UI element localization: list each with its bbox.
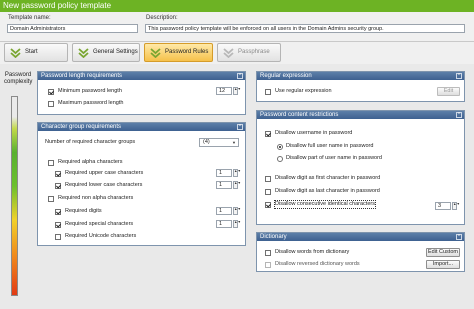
wizard-tabs: Start General Settings Password Rules Pa… <box>0 42 474 64</box>
dictionary-panel: Dictionary ^ Disallow words from diction… <box>256 232 465 272</box>
digits-label: Required digits <box>65 208 102 214</box>
digits-input[interactable]: 1 <box>216 207 232 215</box>
template-fields: Template name: Domain Administrators Des… <box>0 12 474 42</box>
digits-checkbox[interactable] <box>55 209 61 215</box>
chevron-check-icon <box>10 48 21 58</box>
upper-input[interactable]: 1 <box>216 169 232 177</box>
min-length-input[interactable]: 12 <box>216 87 232 95</box>
use-regex-label: Use regular expression <box>275 88 332 94</box>
num-groups-select[interactable]: (4) ▼ <box>199 138 239 147</box>
use-regex-checkbox[interactable] <box>265 89 271 95</box>
edit-custom-button[interactable]: Edit Custom <box>426 248 460 257</box>
digits-spinner[interactable]: ▲▼ <box>233 207 241 215</box>
tab-start[interactable]: Start <box>4 43 68 62</box>
tab-passphrase[interactable]: Passphrase <box>217 43 281 62</box>
regex-edit-button[interactable]: Edit <box>437 87 460 96</box>
disallow-reversed-label: Disallow reversed dictionary words <box>275 261 360 267</box>
upper-spinner[interactable]: ▲▼ <box>233 169 241 177</box>
unicode-checkbox[interactable] <box>55 234 61 240</box>
import-button[interactable]: Import... <box>426 260 460 269</box>
collapse-icon[interactable]: ^ <box>456 234 462 240</box>
tab-general-settings[interactable]: General Settings <box>72 43 140 62</box>
panel-header: Character group requirements ^ <box>38 123 245 131</box>
complexity-label-line1: Password <box>4 72 32 78</box>
disallow-username-label: Disallow username in password <box>275 130 353 136</box>
description-input[interactable]: This password policy template will be en… <box>145 24 465 33</box>
collapse-icon[interactable]: ^ <box>237 124 243 130</box>
tab-passphrase-label: Passphrase <box>238 49 270 55</box>
complexity-label: Password complexity <box>4 72 32 86</box>
disallow-reversed-checkbox[interactable] <box>265 262 271 268</box>
max-length-label: Maximum password length <box>58 100 124 106</box>
num-groups-value: (4) <box>203 139 210 145</box>
chevron-check-icon <box>78 48 89 58</box>
panel-header: Password content restrictions ^ <box>257 111 464 119</box>
collapse-icon[interactable]: ^ <box>237 73 243 79</box>
tab-password-rules-label: Password Rules <box>165 49 209 55</box>
digit-first-label: Disallow digit as first character in pas… <box>275 175 381 181</box>
content-restrictions-panel: Password content restrictions ^ Disallow… <box>256 110 465 225</box>
lower-label: Required lower case characters <box>65 182 143 188</box>
disallow-part-radio[interactable] <box>277 156 283 162</box>
regular-expression-panel: Regular expression ^ Use regular express… <box>256 71 465 102</box>
min-length-checkbox[interactable] <box>48 89 54 95</box>
special-spinner[interactable]: ▲▼ <box>233 220 241 228</box>
panel-title: Dictionary <box>260 234 287 240</box>
upper-checkbox[interactable] <box>55 171 61 177</box>
lower-input[interactable]: 1 <box>216 181 232 189</box>
disallow-full-radio[interactable] <box>277 144 283 150</box>
panel-header: Password length requirements ^ <box>38 72 245 80</box>
min-length-label: Minimum password length <box>58 88 122 94</box>
special-label: Required special characters <box>65 221 134 227</box>
panel-header: Regular expression ^ <box>257 72 464 80</box>
disallow-part-label: Disallow part of user name in password <box>286 155 382 161</box>
complexity-label-line2: complexity <box>4 79 33 85</box>
disallow-words-label: Disallow words from dictionary <box>275 249 350 255</box>
consecutive-label: Disallow consecutive identical character… <box>274 200 376 209</box>
disallow-full-label: Disallow full user name in password <box>286 143 374 149</box>
digit-last-label: Disallow digit as last character in pass… <box>275 188 380 194</box>
password-length-panel: Password length requirements ^ Minimum p… <box>37 71 246 115</box>
num-groups-label: Number of required character groups <box>45 139 136 145</box>
nonalpha-label: Required non alpha characters <box>58 195 134 201</box>
lower-checkbox[interactable] <box>55 183 61 189</box>
panel-title: Character group requirements <box>41 124 122 130</box>
panel-title: Password length requirements <box>41 73 123 79</box>
lower-spinner[interactable]: ▲▼ <box>233 181 241 189</box>
description-label: Description: <box>146 15 178 21</box>
template-name-input[interactable]: Domain Administrators <box>7 24 138 33</box>
max-length-checkbox[interactable] <box>48 101 54 107</box>
consecutive-input[interactable]: 3 <box>435 202 451 210</box>
digit-last-checkbox[interactable] <box>265 189 271 195</box>
chevron-down-icon: ▼ <box>232 140 236 145</box>
tab-start-label: Start <box>25 49 38 55</box>
digit-first-checkbox[interactable] <box>265 176 271 182</box>
panel-title: Regular expression <box>260 73 312 79</box>
alpha-label: Required alpha characters <box>58 159 123 165</box>
collapse-icon[interactable]: ^ <box>456 112 462 118</box>
tab-general-settings-label: General Settings <box>93 49 138 55</box>
upper-label: Required upper case characters <box>65 170 144 176</box>
collapse-icon[interactable]: ^ <box>456 73 462 79</box>
disallow-username-checkbox[interactable] <box>265 131 271 137</box>
chevron-check-icon <box>150 48 161 58</box>
tab-password-rules[interactable]: Password Rules <box>144 43 213 62</box>
chevron-icon <box>223 48 234 58</box>
template-name-label: Template name: <box>8 15 51 21</box>
special-checkbox[interactable] <box>55 222 61 228</box>
character-groups-panel: Character group requirements ^ Number of… <box>37 122 246 246</box>
consecutive-checkbox[interactable] <box>265 202 271 208</box>
panel-header: Dictionary ^ <box>257 233 464 241</box>
special-input[interactable]: 1 <box>216 220 232 228</box>
nonalpha-checkbox[interactable] <box>48 196 54 202</box>
panel-title: Password content restrictions <box>260 112 339 118</box>
disallow-words-checkbox[interactable] <box>265 250 271 256</box>
window-title: New password policy template <box>3 1 112 10</box>
unicode-label: Required Unicode characters <box>65 233 137 239</box>
window-title-bar: New password policy template <box>0 0 474 12</box>
complexity-gauge <box>11 96 18 296</box>
consecutive-spinner[interactable]: ▲▼ <box>452 202 460 210</box>
min-length-spinner[interactable]: ▲▼ <box>233 87 241 95</box>
alpha-checkbox[interactable] <box>48 160 54 166</box>
